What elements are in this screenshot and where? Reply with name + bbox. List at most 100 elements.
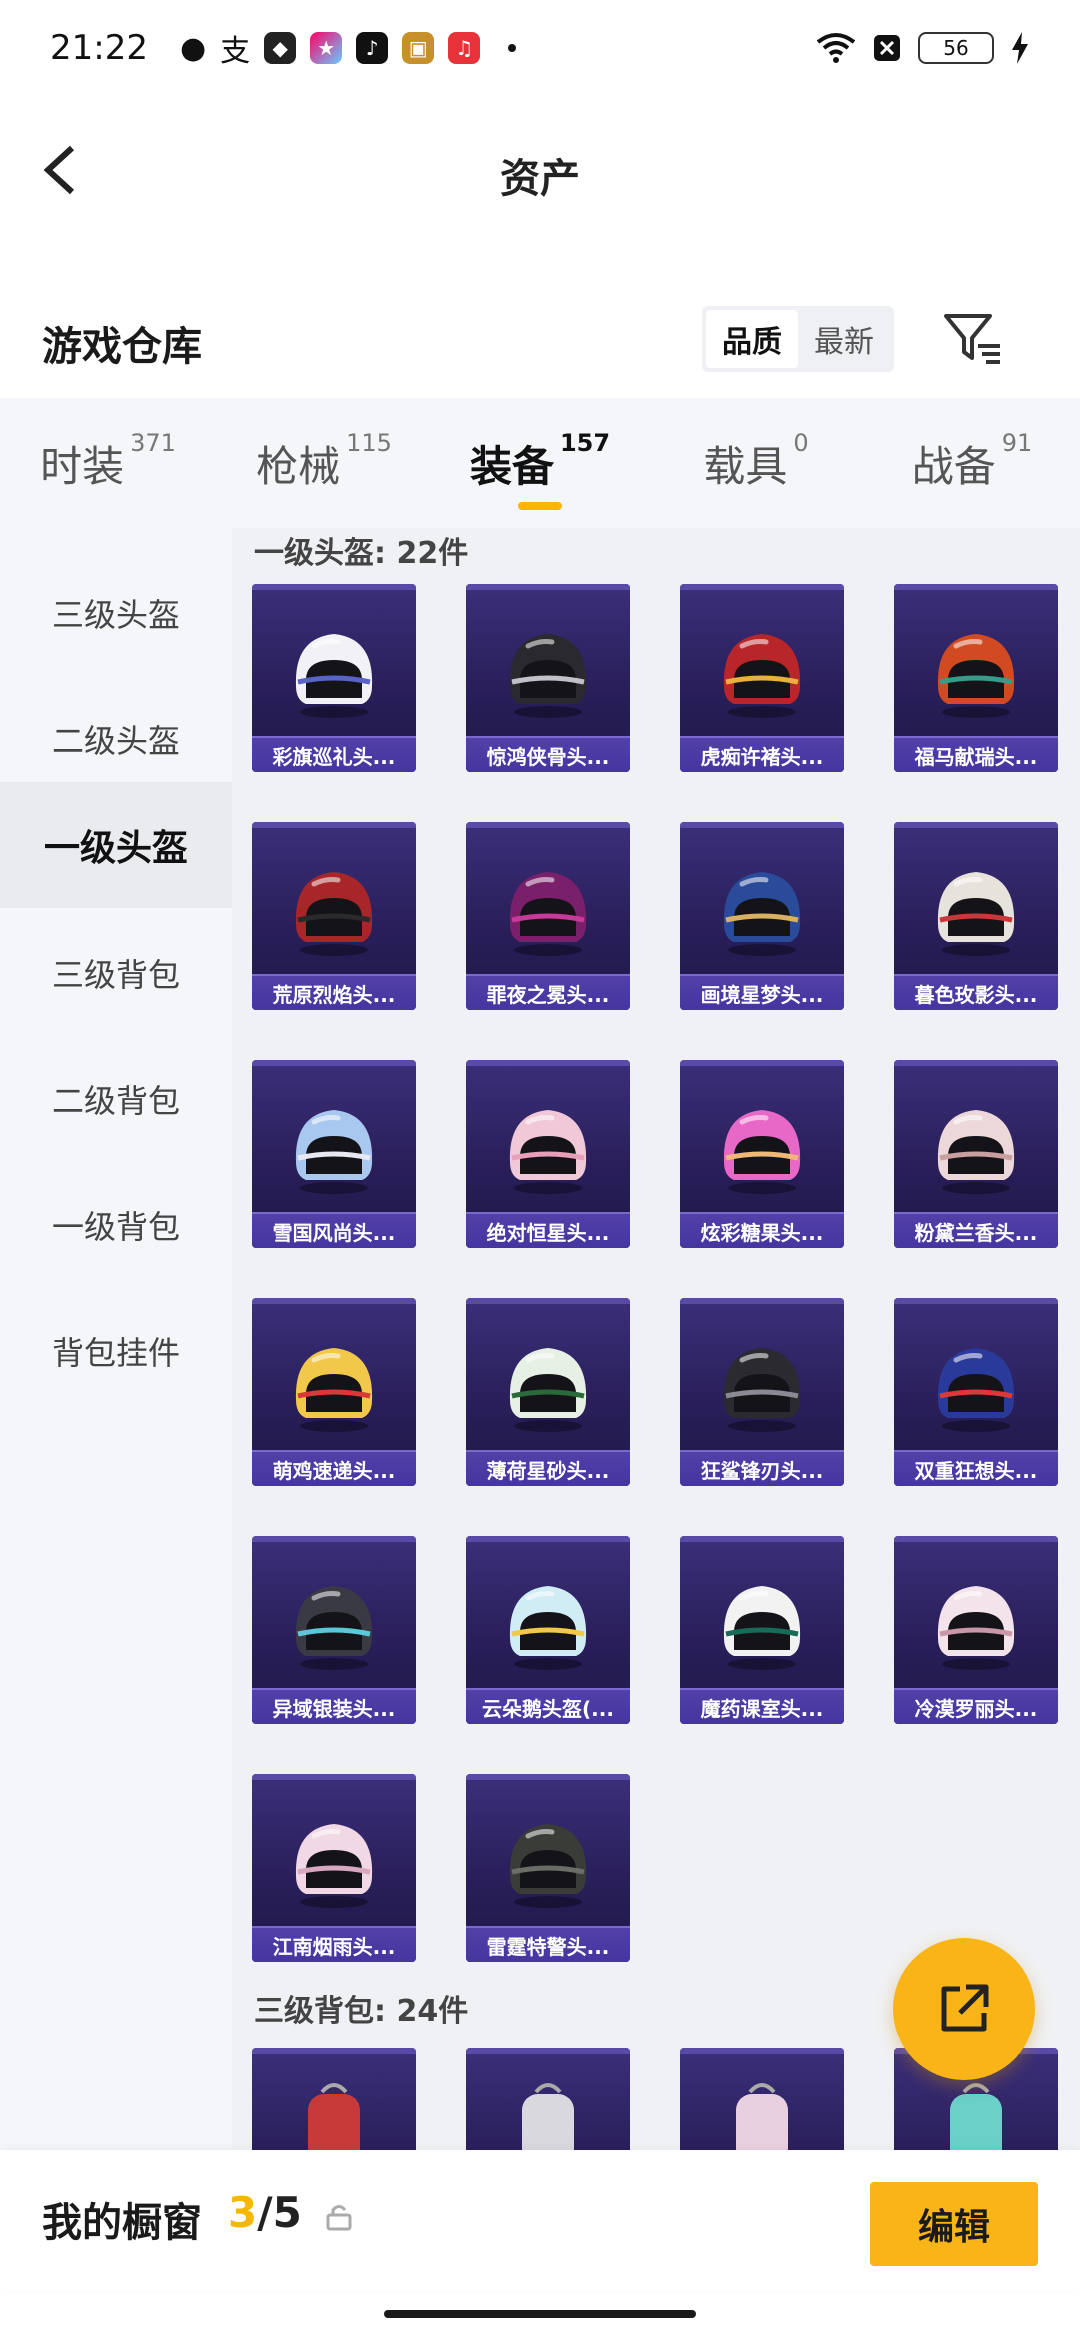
sidebar-item-backpack-lv2[interactable]: 二级背包 bbox=[0, 1036, 232, 1162]
showcase-label: 我的橱窗 bbox=[42, 2200, 202, 2246]
tab-equipment[interactable]: 装备 157 bbox=[432, 398, 648, 528]
status-bar: 21:22 ● 支 ◆ ★ ♪ ▣ ♫ 56 bbox=[0, 0, 1080, 96]
helmet-card[interactable]: 绝对恒星头... bbox=[466, 1060, 630, 1248]
sidebar-item-helmet-lv3[interactable]: 三级头盔 bbox=[0, 550, 232, 676]
helmet-image bbox=[926, 1334, 1026, 1434]
sidebar-item-backpack-lv1[interactable]: 一级背包 bbox=[0, 1162, 232, 1288]
filter-icon[interactable] bbox=[940, 306, 1006, 372]
tab-fashion[interactable]: 时装 371 bbox=[0, 398, 216, 528]
helmet-name: 云朵鹅头盔(... bbox=[466, 1688, 630, 1724]
card-top-border bbox=[894, 584, 1058, 590]
sidebar-item-backpack-charm[interactable]: 背包挂件 bbox=[0, 1288, 232, 1414]
helmet-card[interactable]: 虎痴许褚头... bbox=[680, 584, 844, 772]
tab-label: 时装 bbox=[40, 441, 125, 491]
share-fab[interactable] bbox=[893, 1938, 1035, 2080]
helmet-card[interactable]: 云朵鹅头盔(... bbox=[466, 1536, 630, 1724]
helmet-card[interactable]: 萌鸡速递头... bbox=[252, 1298, 416, 1486]
helmet-card[interactable]: 薄荷星砂头... bbox=[466, 1298, 630, 1486]
helmet-card[interactable]: 惊鸿侠骨头... bbox=[466, 584, 630, 772]
backpack-card[interactable] bbox=[252, 2048, 416, 2150]
card-top-border bbox=[894, 1536, 1058, 1542]
helmet-card[interactable]: 画境星梦头... bbox=[680, 822, 844, 1010]
helmet-image bbox=[284, 858, 384, 958]
helmet-image bbox=[498, 858, 598, 958]
card-top-border bbox=[466, 1298, 630, 1304]
tab-count: 115 bbox=[346, 428, 392, 457]
tab-gear[interactable]: 战备 91 bbox=[864, 398, 1080, 528]
card-top-border bbox=[894, 822, 1058, 828]
helmet-name: 绝对恒星头... bbox=[466, 1212, 630, 1248]
backpack-card[interactable] bbox=[680, 2048, 844, 2150]
backpack-image bbox=[522, 2083, 574, 2150]
helmet-image bbox=[284, 1572, 384, 1672]
music-app-icon: ♫ bbox=[448, 32, 481, 64]
helmet-image bbox=[498, 1810, 598, 1910]
helmet-card[interactable]: 异域银装头... bbox=[252, 1536, 416, 1724]
card-top-border bbox=[894, 1060, 1058, 1066]
card-top-border bbox=[680, 822, 844, 828]
helmet-card[interactable]: 粉黛兰香头... bbox=[894, 1060, 1058, 1248]
helmet-card[interactable]: 炫彩糖果头... bbox=[680, 1060, 844, 1248]
external-link-icon bbox=[941, 1984, 989, 2032]
helmet-name: 炫彩糖果头... bbox=[680, 1212, 844, 1248]
tab-vehicles[interactable]: 载具 0 bbox=[648, 398, 864, 528]
card-top-border bbox=[252, 2048, 416, 2054]
card-top-border bbox=[466, 1060, 630, 1066]
helmet-name: 粉黛兰香头... bbox=[894, 1212, 1058, 1248]
helmet-name: 荒原烈焰头... bbox=[252, 974, 416, 1010]
helmet-card[interactable]: 江南烟雨头... bbox=[252, 1774, 416, 1962]
helmet-card[interactable]: 荒原烈焰头... bbox=[252, 822, 416, 1010]
helmet-image bbox=[498, 1334, 598, 1434]
showcase-count: 3/5 bbox=[228, 2188, 302, 2237]
tab-weapons[interactable]: 枪械 115 bbox=[216, 398, 432, 528]
card-top-border bbox=[466, 584, 630, 590]
tab-label: 载具 bbox=[703, 441, 788, 491]
card-top-border bbox=[680, 584, 844, 590]
helmet-card[interactable]: 双重狂想头... bbox=[894, 1298, 1058, 1486]
helmet-name: 冷漠罗丽头... bbox=[894, 1688, 1058, 1724]
charging-icon bbox=[1012, 32, 1028, 64]
card-top-border bbox=[252, 1774, 416, 1780]
section-title: 游戏仓库 bbox=[42, 324, 202, 370]
helmet-card[interactable]: 雪国风尚头... bbox=[252, 1060, 416, 1248]
tab-label: 枪械 bbox=[256, 441, 341, 491]
active-tab-indicator bbox=[518, 502, 562, 510]
item-grid: 一级头盔: 22件 彩旗巡礼头... 惊鸿侠骨头... 虎痴许褚头... 福马献瑞头.… bbox=[232, 528, 1080, 2150]
card-top-border bbox=[252, 822, 416, 828]
helmet-card[interactable]: 福马献瑞头... bbox=[894, 584, 1058, 772]
sidebar-item-helmet-lv1[interactable]: 一级头盔 bbox=[0, 782, 232, 908]
battery-indicator: 56 bbox=[918, 32, 994, 64]
category-tabs: 时装 371 枪械 115 装备 157 载具 0 战备 91 bbox=[0, 398, 1080, 528]
sort-by-quality[interactable]: 品质 bbox=[706, 310, 798, 368]
helmet-name: 江南烟雨头... bbox=[252, 1926, 416, 1962]
edit-button[interactable]: 编辑 bbox=[870, 2182, 1038, 2266]
showcase-bar: 我的橱窗 3/5 编辑 bbox=[0, 2150, 1080, 2290]
helmet-card[interactable]: 雷霆特警头... bbox=[466, 1774, 630, 1962]
no-sim-icon bbox=[874, 35, 900, 61]
helmet-card[interactable]: 冷漠罗丽头... bbox=[894, 1536, 1058, 1724]
backpack-card[interactable] bbox=[466, 2048, 630, 2150]
helmet-name: 福马献瑞头... bbox=[894, 736, 1058, 772]
helmet-image bbox=[712, 1096, 812, 1196]
helmet-card[interactable]: 魔药课室头... bbox=[680, 1536, 844, 1724]
helmet-name: 画境星梦头... bbox=[680, 974, 844, 1010]
helmet-card[interactable]: 彩旗巡礼头... bbox=[252, 584, 416, 772]
helmet-card[interactable]: 狂鲨锋刃头... bbox=[680, 1298, 844, 1486]
sort-by-latest[interactable]: 最新 bbox=[798, 310, 890, 368]
helmet-card[interactable]: 罪夜之冕头... bbox=[466, 822, 630, 1010]
card-top-border bbox=[252, 1060, 416, 1066]
helmet-card[interactable]: 暮色玫影头... bbox=[894, 822, 1058, 1010]
top-app-bar: 资产 bbox=[0, 120, 1080, 220]
page-title: 资产 bbox=[500, 156, 580, 202]
backpack-image bbox=[308, 2083, 360, 2150]
helmet-name: 彩旗巡礼头... bbox=[252, 736, 416, 772]
helmet-image bbox=[926, 1096, 1026, 1196]
card-top-border bbox=[252, 1536, 416, 1542]
helmet-image bbox=[284, 620, 384, 720]
helmet-name: 狂鲨锋刃头... bbox=[680, 1450, 844, 1486]
card-top-border bbox=[680, 1060, 844, 1066]
helmet-name: 暮色玫影头... bbox=[894, 974, 1058, 1010]
sidebar-item-backpack-lv3[interactable]: 三级背包 bbox=[0, 910, 232, 1036]
backpack-image bbox=[736, 2083, 788, 2150]
card-top-border bbox=[252, 584, 416, 590]
